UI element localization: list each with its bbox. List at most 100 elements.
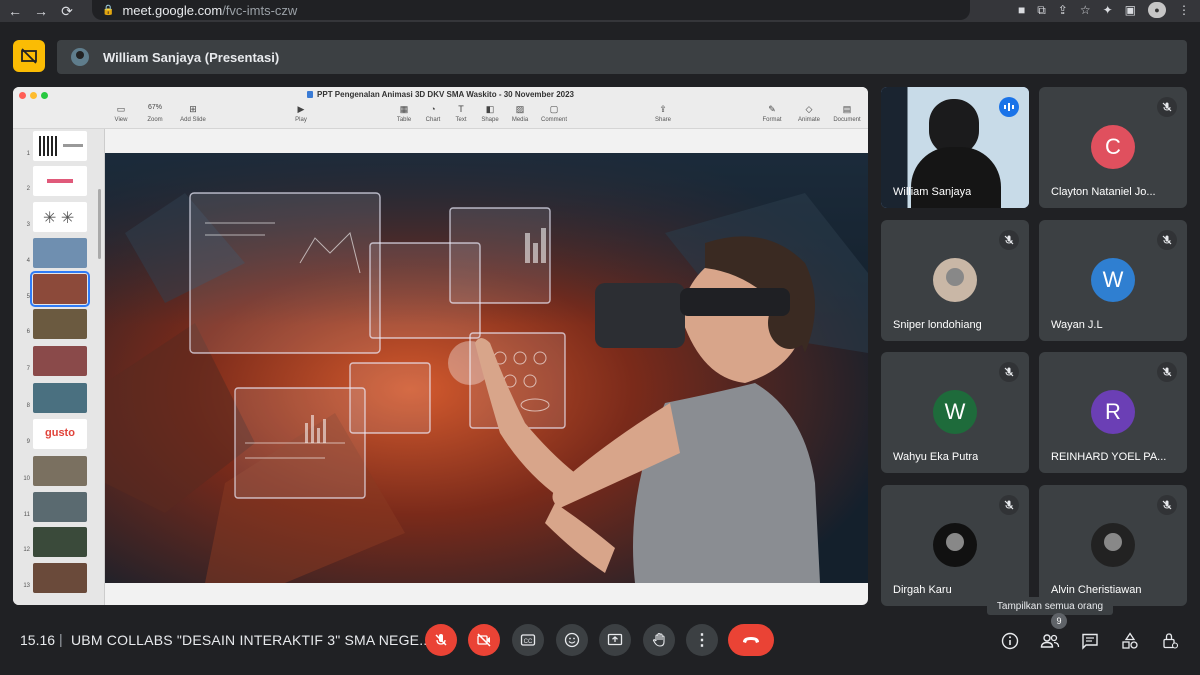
extensions-icon[interactable]: ✦: [1103, 3, 1113, 17]
add-slide-icon: ⊞: [189, 104, 197, 114]
participant-tile[interactable]: W Wayan J.L: [1039, 220, 1187, 341]
slide-thumbnail[interactable]: [33, 527, 87, 557]
participant-body: [911, 147, 1001, 208]
slide-number: 6: [26, 329, 30, 335]
activities-button[interactable]: [1119, 630, 1141, 652]
hand-icon: [652, 632, 665, 647]
star-icon[interactable]: ☆: [1080, 3, 1091, 17]
mic-off-icon: [1004, 367, 1014, 377]
participant-name: REINHARD YOEL PA...: [1051, 451, 1167, 463]
slide-thumbnail[interactable]: [33, 563, 87, 593]
time-separator: |: [59, 631, 63, 647]
muted-indicator: [1157, 97, 1177, 117]
share-icon[interactable]: ⇪: [1058, 3, 1068, 17]
slide-number: 7: [26, 366, 30, 372]
camera-icon[interactable]: ■: [1018, 3, 1025, 17]
more-options-button[interactable]: ⋮: [686, 624, 718, 656]
translate-icon[interactable]: ⧉: [1037, 3, 1046, 18]
participant-photo: [933, 523, 977, 567]
meeting-details-button[interactable]: [999, 630, 1021, 652]
present-screen-button[interactable]: [599, 624, 631, 656]
participant-name: William Sanjaya: [893, 186, 972, 198]
participant-tile[interactable]: R REINHARD YOEL PA...: [1039, 352, 1187, 473]
mic-off-icon: [435, 634, 447, 646]
participant-tile[interactable]: Sniper londohiang: [881, 220, 1029, 341]
back-arrow-icon[interactable]: ←: [4, 0, 26, 22]
thumb-text-line: [47, 179, 73, 183]
participant-tile[interactable]: C Clayton Nataniel Jo...: [1039, 87, 1187, 208]
people-count-badge: 9: [1051, 613, 1067, 629]
sidepanel-icon[interactable]: ▣: [1125, 3, 1136, 17]
qr-code: [39, 136, 59, 156]
thumb-text-line: [63, 144, 83, 147]
raise-hand-button[interactable]: [643, 624, 675, 656]
tool-add-slide: ⊞ Add Slide: [173, 104, 213, 123]
keynote-doc-title: PPT Pengenalan Animasi 3D DKV SMA Waskit…: [317, 90, 574, 99]
people-button[interactable]: [1039, 630, 1061, 652]
mic-toggle-button[interactable]: [425, 624, 457, 656]
svg-text:CC: CC: [524, 639, 533, 645]
lock-icon: 🔒: [102, 4, 115, 16]
slide-thumbnail[interactable]: [30, 271, 90, 307]
mic-off-icon: [1162, 235, 1172, 245]
tool-zoom: 67% Zoom: [135, 104, 175, 123]
meeting-name[interactable]: UBM COLLABS "DESAIN INTERAKTIF 3" SMA NE…: [71, 632, 431, 648]
slide-thumbnail[interactable]: [33, 492, 87, 522]
url-path: /fvc-imts-czw: [222, 2, 298, 18]
leave-call-button[interactable]: [728, 624, 774, 656]
stop-presenting-icon[interactable]: [13, 40, 45, 72]
slide-thumbnail[interactable]: [33, 131, 87, 161]
animate-icon: ◇: [805, 104, 813, 114]
slide-thumbnail[interactable]: ✳ ✳: [33, 202, 87, 232]
mic-off-icon: [1004, 500, 1014, 510]
slide-thumbnail[interactable]: [33, 166, 87, 196]
slide-thumbnail[interactable]: gusto: [33, 419, 87, 449]
participant-tile[interactable]: Alvin Cheristiawan: [1039, 485, 1187, 606]
camera-toggle-button[interactable]: [468, 624, 500, 656]
participant-name: Clayton Nataniel Jo...: [1051, 186, 1156, 198]
info-icon: [1001, 632, 1019, 650]
slide-thumbnail[interactable]: [33, 383, 87, 413]
participant-name: Alvin Cheristiawan: [1051, 584, 1142, 596]
emoji-icon: [564, 632, 580, 648]
address-bar[interactable]: 🔒 meet.google.com /fvc-imts-czw: [92, 0, 970, 20]
captions-button[interactable]: CC: [512, 624, 544, 656]
tool-format: ✎ Format: [752, 104, 792, 123]
tool-animate: ◇ Animate: [789, 104, 829, 123]
slide-number: 2: [26, 186, 30, 192]
chat-button[interactable]: [1079, 630, 1101, 652]
slide-image: [105, 153, 868, 583]
participant-tile[interactable]: W Wahyu Eka Putra: [881, 352, 1029, 473]
play-icon: ▶: [297, 104, 305, 114]
slide-number: 5: [26, 294, 30, 300]
browser-toolbar: ← → ⟳ 🔒 meet.google.com /fvc-imts-czw ■ …: [0, 0, 1200, 22]
slide-thumbnail[interactable]: [33, 456, 87, 486]
reload-icon[interactable]: ⟳: [56, 0, 78, 22]
mic-off-icon: [1004, 235, 1014, 245]
slide-number: 4: [26, 258, 30, 264]
reactions-button[interactable]: [556, 624, 588, 656]
participant-photo: [933, 258, 977, 302]
keynote-doc-title-row: PPT Pengenalan Animasi 3D DKV SMA Waskit…: [13, 90, 868, 99]
slide-thumbnail[interactable]: [33, 238, 87, 268]
slide-thumbnail[interactable]: [33, 346, 87, 376]
participant-tile[interactable]: Dirgah Karu: [881, 485, 1029, 606]
mic-off-icon: [1162, 500, 1172, 510]
profile-avatar-icon[interactable]: ●: [1148, 2, 1166, 18]
audio-bars-icon: [1004, 103, 1014, 111]
participant-tile[interactable]: William Sanjaya: [881, 87, 1029, 208]
menu-dots-icon[interactable]: ⋮: [1178, 3, 1190, 17]
slide-navigator: 1 2 3 ✳ ✳ 4 5 6 7 8 9 gusto 10 11 12 13: [13, 129, 105, 605]
tool-share: ⇪ Share: [643, 104, 683, 123]
muted-indicator: [999, 230, 1019, 250]
slide-number: 12: [23, 547, 30, 553]
hang-up-icon: [743, 637, 759, 643]
participant-avatar: R: [1091, 390, 1135, 434]
host-controls-button[interactable]: [1159, 630, 1181, 652]
tool-comment: ▢ Comment: [534, 104, 574, 123]
photo-face: [1104, 533, 1122, 551]
forward-arrow-icon[interactable]: →: [30, 0, 52, 22]
muted-indicator: [1157, 362, 1177, 382]
slide-thumbnail[interactable]: [33, 309, 87, 339]
participant-avatar: W: [1091, 258, 1135, 302]
